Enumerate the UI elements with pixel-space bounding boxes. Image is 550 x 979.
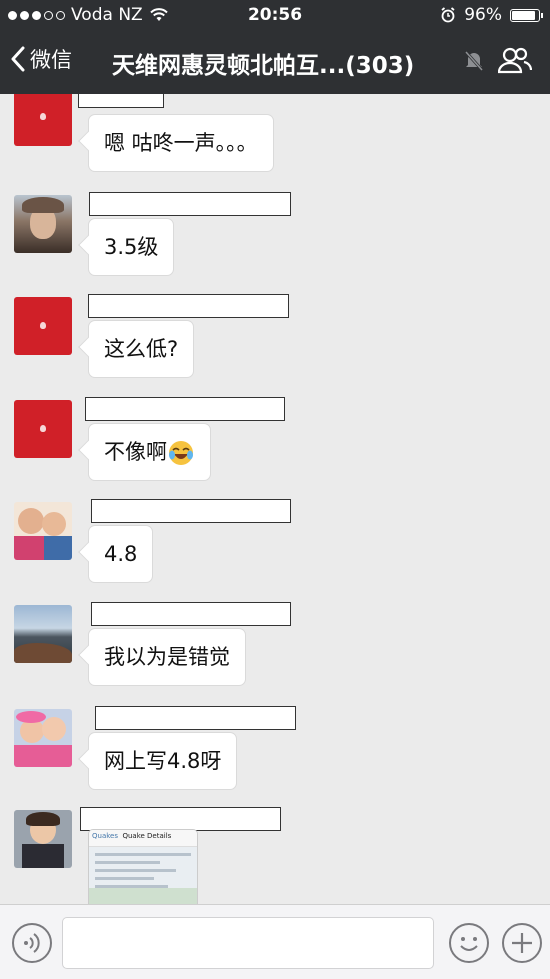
- avatar[interactable]: [14, 709, 72, 767]
- back-button[interactable]: 微信: [10, 44, 72, 74]
- avatar[interactable]: [14, 502, 72, 560]
- avatar[interactable]: [14, 195, 72, 253]
- mute-icon: [464, 51, 484, 71]
- battery-icon: [510, 8, 543, 22]
- voice-input-button[interactable]: [12, 923, 52, 963]
- more-actions-button[interactable]: [502, 923, 542, 963]
- message-bubble[interactable]: 不像啊: [88, 423, 211, 481]
- sender-name-redacted: [89, 192, 291, 216]
- smiley-icon: [460, 937, 478, 951]
- avatar[interactable]: [14, 94, 72, 146]
- sender-name-redacted: [91, 602, 291, 626]
- sender-name-redacted: [95, 706, 296, 730]
- group-members-icon[interactable]: [498, 46, 532, 74]
- message-text: 4.8: [104, 542, 138, 566]
- plus-icon: [512, 933, 532, 953]
- message-bubble[interactable]: 嗯 咕咚一声。。。: [88, 114, 274, 172]
- message-text: 嗯 咕咚一声。。。: [104, 131, 258, 155]
- message-text-input[interactable]: [62, 917, 434, 969]
- sender-name-redacted: [85, 397, 285, 421]
- message-input-bar: [0, 904, 550, 979]
- message-text: 3.5级: [104, 235, 159, 259]
- sender-name-redacted: [91, 499, 291, 523]
- status-bar: Voda NZ 20:56 96%: [0, 0, 550, 30]
- avatar[interactable]: [14, 400, 72, 458]
- avatar[interactable]: [14, 297, 72, 355]
- message-text: 不像啊: [104, 440, 167, 464]
- message-text: 我以为是错觉: [104, 645, 230, 669]
- message-bubble[interactable]: 这么低?: [88, 320, 195, 378]
- message-bubble[interactable]: 网上写4.8呀: [88, 732, 238, 790]
- sender-name-redacted: [88, 294, 289, 318]
- thumbnail-tab-back: Quakes: [92, 832, 118, 840]
- message-bubble[interactable]: 我以为是错觉: [88, 628, 246, 686]
- chat-title: 天维网惠灵顿北帕互...(303): [112, 53, 415, 79]
- message-text: 网上写4.8呀: [104, 749, 222, 773]
- sender-name-redacted: [78, 94, 164, 108]
- avatar[interactable]: [14, 810, 72, 868]
- voice-icon: [24, 933, 40, 953]
- sender-name-redacted: [80, 807, 281, 831]
- avatar[interactable]: [14, 605, 72, 663]
- alarm-icon: [441, 7, 455, 23]
- laughing-emoji-icon: [169, 441, 193, 465]
- message-text: 这么低?: [104, 337, 179, 361]
- thumbnail-tab-title: Quake Details: [122, 832, 172, 840]
- emoji-button[interactable]: [449, 923, 489, 963]
- chevron-left-icon: [11, 46, 25, 72]
- back-label: 微信: [30, 48, 72, 72]
- chat-message-list[interactable]: 嗯 咕咚一声。。。 3.5级 这么低? 不像啊 4.8 我以为是错觉 网上写4.…: [0, 94, 550, 904]
- battery-percent: 96%: [464, 5, 502, 25]
- message-bubble[interactable]: 4.8: [88, 525, 154, 583]
- message-bubble[interactable]: 3.5级: [88, 218, 175, 276]
- navigation-bar: 微信 天维网惠灵顿北帕互...(303): [0, 30, 550, 94]
- image-message-thumbnail[interactable]: Quakes Quake Details: [88, 829, 198, 904]
